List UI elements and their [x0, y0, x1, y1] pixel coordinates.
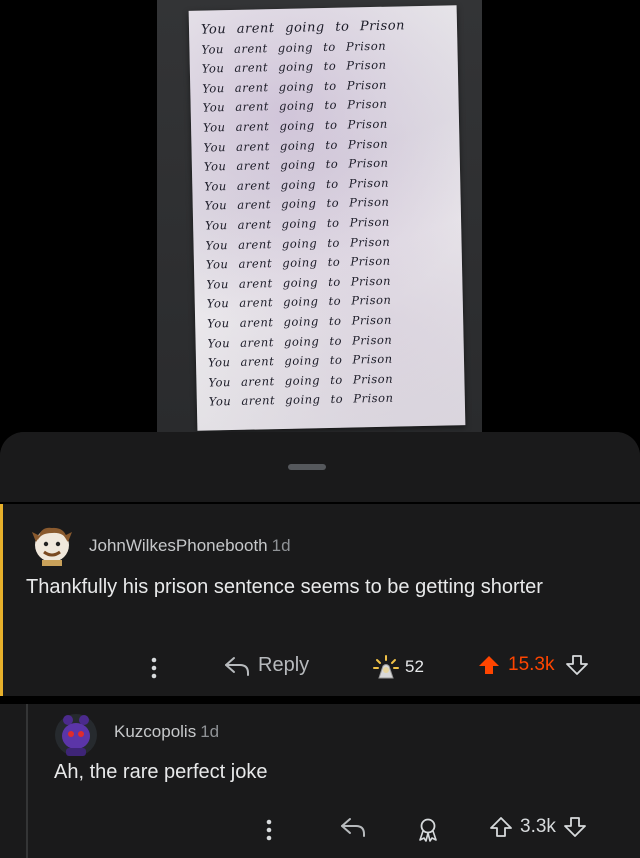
- handwritten-note: You arent going to Prison You arent goin…: [188, 5, 466, 431]
- post-image[interactable]: You arent going to Prison You arent goin…: [157, 0, 482, 432]
- reply-label: Reply: [258, 654, 310, 676]
- drag-handle[interactable]: [288, 464, 326, 470]
- reply-button[interactable]: Reply: [224, 654, 309, 677]
- more-options-icon[interactable]: [150, 656, 158, 680]
- avatar[interactable]: [53, 712, 99, 758]
- vote-score: 15.3k: [508, 654, 555, 675]
- comment-body: Ah, the rare perfect joke: [54, 761, 268, 783]
- author-name[interactable]: Kuzcopolis: [114, 722, 196, 741]
- vote-control: 3.3k: [490, 816, 586, 838]
- comments-sheet: JohnWilkesPhonebooth 1d Thankfully his pr…: [0, 432, 640, 858]
- upvote-icon[interactable]: [478, 654, 500, 676]
- vote-score: 3.3k: [520, 816, 556, 837]
- comment-body: Thankfully his prison sentence seems to …: [26, 576, 543, 598]
- comment: JohnWilkesPhonebooth 1d Thankfully his pr…: [0, 504, 640, 696]
- avatar[interactable]: [30, 522, 74, 566]
- vote-control: 15.3k: [478, 654, 589, 676]
- comment-author[interactable]: Kuzcopolis 1d: [114, 722, 219, 742]
- comment-author[interactable]: JohnWilkesPhonebooth 1d: [89, 536, 291, 556]
- reply-icon: [225, 656, 249, 676]
- avatar-image: [55, 714, 97, 756]
- award-button[interactable]: 52: [371, 654, 424, 680]
- post-image-area: You arent going to Prison You arent goin…: [0, 0, 640, 432]
- divider: [0, 696, 640, 704]
- reply-icon: [341, 818, 365, 837]
- comment-actions: Reply 52 15.3k: [0, 648, 640, 688]
- more-options-icon[interactable]: [265, 818, 273, 842]
- note-lines: You arent going to Prison You arent goin…: [201, 15, 459, 412]
- downvote-icon[interactable]: [566, 654, 589, 676]
- reply-button[interactable]: [340, 816, 366, 838]
- award-count: 52: [405, 657, 424, 676]
- award-icon: [373, 655, 399, 679]
- sheet-header: [0, 432, 640, 502]
- avatar-image: [32, 527, 72, 566]
- downvote-icon[interactable]: [564, 816, 586, 838]
- author-name[interactable]: JohnWilkesPhonebooth: [89, 536, 268, 555]
- upvote-icon[interactable]: [490, 816, 512, 838]
- comment-age: 1d: [200, 722, 220, 741]
- note-line: You arent going to Prison: [208, 390, 394, 409]
- comment-age: 1d: [271, 536, 291, 555]
- award-icon: [419, 818, 437, 842]
- award-button[interactable]: [415, 816, 441, 842]
- comment-actions: 3.3k: [0, 810, 640, 850]
- comment-reply: Kuzcopolis1d Ah, the rare perfect joke: [0, 704, 640, 858]
